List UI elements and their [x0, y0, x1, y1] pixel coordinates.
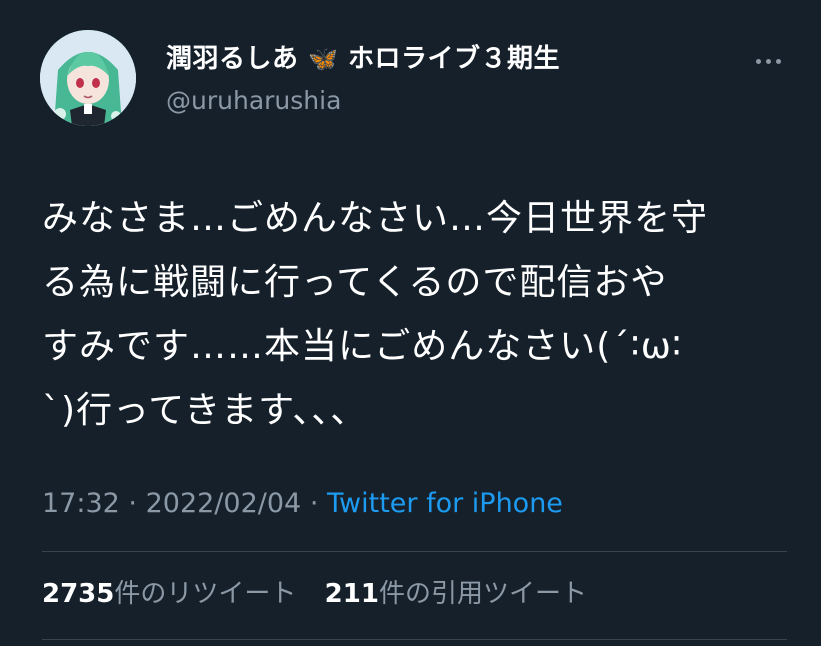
tweet-text-line: `)行ってきます、、、	[42, 390, 368, 431]
tweet-meta: 17:32 · 2022/02/04 · Twitter for iPhone	[42, 486, 563, 522]
tweet-text-line: る為に戦闘に行ってくるので配信おや	[42, 262, 668, 303]
display-name[interactable]: 潤羽るしあ 🦋 ホロライブ３期生	[166, 41, 560, 77]
divider	[42, 551, 787, 552]
avatar-image	[40, 30, 136, 126]
tweet-stats: 2735件のリツイート 211件の引用ツイート	[42, 576, 607, 612]
tweet-text-line: すみです……本当にごめんなさい(´∶ω∶	[42, 326, 683, 367]
more-options-icon[interactable]	[748, 47, 788, 75]
more-dot	[775, 58, 781, 64]
tweet-time[interactable]: 17:32	[42, 488, 120, 519]
quotes-count: 211	[324, 579, 379, 609]
tweet-text-line: みなさま…ごめんなさい…今日世界を守	[42, 198, 709, 239]
tweet-source-link[interactable]: Twitter for iPhone	[327, 488, 563, 519]
retweets-count: 2735	[42, 579, 115, 609]
quotes-stat[interactable]: 211件の引用ツイート	[325, 579, 587, 609]
meta-separator: ·	[128, 488, 137, 519]
meta-separator: ·	[309, 488, 319, 519]
tweet-text: みなさま…ごめんなさい…今日世界を守 る為に戦闘に行ってくるので配信おや すみで…	[42, 187, 794, 443]
tweet-date[interactable]: 2022/02/04	[146, 488, 302, 519]
more-dot	[755, 58, 761, 64]
display-name-text: 潤羽るしあ	[166, 44, 299, 74]
user-handle[interactable]: @uruharushia	[166, 84, 341, 118]
retweets-label: 件のリツイート	[114, 579, 297, 609]
avatar[interactable]	[40, 30, 136, 126]
retweets-stat[interactable]: 2735件のリツイート	[42, 579, 296, 609]
butterfly-icon: 🦋	[308, 45, 339, 73]
divider	[42, 639, 787, 640]
display-name-suffix: ホロライブ３期生	[348, 44, 561, 74]
more-dot	[765, 58, 771, 64]
quotes-label: 件の引用ツイート	[378, 579, 587, 609]
